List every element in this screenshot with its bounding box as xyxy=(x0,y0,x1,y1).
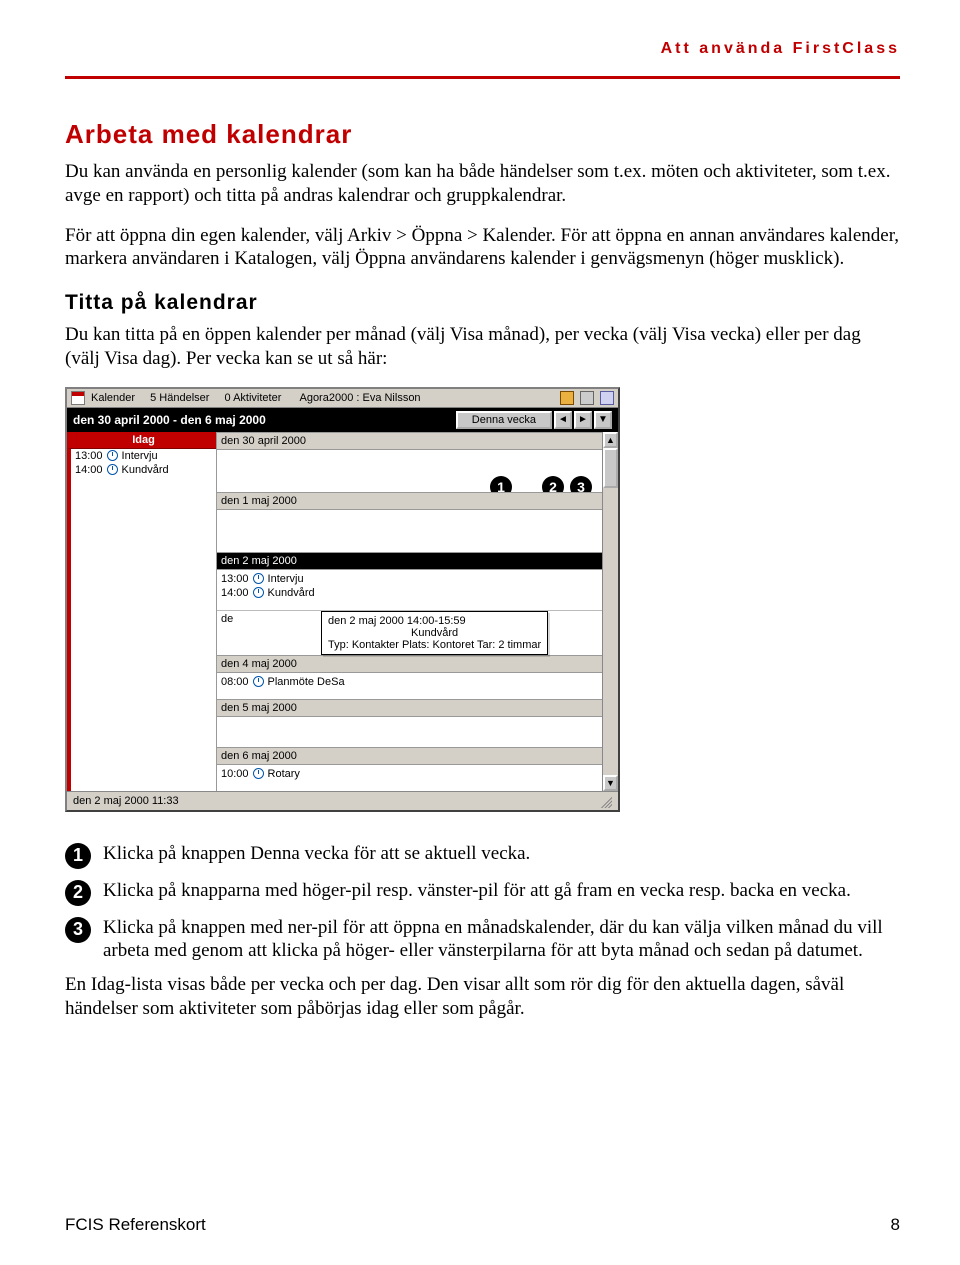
step-text-2: Klicka på knapparna med höger-pil resp. … xyxy=(103,879,851,906)
scroll-up-button[interactable]: ▲ xyxy=(603,432,618,448)
resize-grip-icon[interactable] xyxy=(598,794,612,808)
today-item[interactable]: 14:00 Kundvård xyxy=(67,463,216,477)
day-body[interactable] xyxy=(217,717,602,747)
status-text: den 2 maj 2000 11:33 xyxy=(73,795,179,807)
tooltip-line2: Kundvård xyxy=(328,627,541,639)
day-header[interactable]: den 5 maj 2000 xyxy=(217,699,602,717)
section-heading: Arbeta med kalendrar xyxy=(65,119,900,150)
month-picker-button[interactable]: ▼ xyxy=(594,411,612,429)
clock-icon xyxy=(253,676,264,687)
today-pane: Idag 13:00 Intervju 14:00 Kundvård xyxy=(67,432,217,791)
scroll-thumb[interactable] xyxy=(603,448,618,488)
clock-icon xyxy=(107,450,118,461)
scroll-down-button[interactable]: ▼ xyxy=(603,775,618,791)
today-header: Idag xyxy=(67,432,216,449)
day-header[interactable]: den 4 maj 2000 xyxy=(217,655,602,673)
day-header-label: den 5 maj 2000 xyxy=(221,702,297,714)
event-time: 08:00 xyxy=(221,676,249,688)
flag-icon[interactable] xyxy=(560,391,574,405)
page-number: 8 xyxy=(891,1215,900,1235)
step-text-3: Klicka på knappen med ner-pil för att öp… xyxy=(103,916,900,964)
event-label: Kundvård xyxy=(268,587,315,599)
event-tooltip: den 2 maj 2000 14:00-15:59 Kundvård Typ:… xyxy=(321,611,548,655)
event-label: Intervju xyxy=(268,573,304,585)
intro-paragraph-3: Du kan titta på en öppen kalender per må… xyxy=(65,323,900,371)
today-item[interactable]: 13:00 Intervju xyxy=(67,449,216,463)
vertical-scrollbar[interactable]: ▲ ▼ xyxy=(602,432,618,791)
event-row[interactable]: 10:00 Rotary xyxy=(221,767,598,781)
help-icon[interactable] xyxy=(600,391,614,405)
title-kalender: Kalender xyxy=(91,392,135,404)
day-body[interactable]: 13:00 Intervju 14:00 Kundvård xyxy=(217,570,602,610)
title-agora: Agora2000 : Eva Nilsson xyxy=(299,392,420,404)
event-time: 13:00 xyxy=(75,450,103,462)
clock-icon xyxy=(253,768,264,779)
header-rule xyxy=(65,76,900,79)
day-header[interactable]: den 30 april 2000 xyxy=(217,432,602,450)
day-header-label: den 1 maj 2000 xyxy=(221,495,297,507)
day-header-label: den 4 maj 2000 xyxy=(221,658,297,670)
step-number-3: 3 xyxy=(65,917,91,943)
truncated-label: de xyxy=(221,613,233,625)
day-header-label: den 30 april 2000 xyxy=(221,435,306,447)
event-time: 14:00 xyxy=(221,587,249,599)
calendar-screenshot: Kalender 5 Händelser 0 Aktiviteter Agora… xyxy=(65,387,620,812)
window-titlebar: Kalender 5 Händelser 0 Aktiviteter Agora… xyxy=(67,389,618,408)
step-number-2: 2 xyxy=(65,880,91,906)
calendar-icon xyxy=(71,391,85,405)
this-week-button[interactable]: Denna vecka xyxy=(456,411,552,429)
day-header-label: den 2 maj 2000 xyxy=(221,555,297,567)
event-row[interactable]: 14:00 Kundvård xyxy=(221,586,598,600)
week-toolbar: den 30 april 2000 - den 6 maj 2000 Denna… xyxy=(67,408,618,432)
day-header[interactable]: den 6 maj 2000 xyxy=(217,747,602,765)
edit-icon[interactable] xyxy=(580,391,594,405)
status-bar: den 2 maj 2000 11:33 xyxy=(67,791,618,810)
day-header-label: den 6 maj 2000 xyxy=(221,750,297,762)
date-range-label: den 30 april 2000 - den 6 maj 2000 xyxy=(73,413,456,427)
page-header-label: Att använda FirstClass xyxy=(65,40,900,58)
clock-icon xyxy=(253,587,264,598)
event-label: Rotary xyxy=(268,768,300,780)
next-week-button[interactable]: ► xyxy=(574,411,592,429)
subsection-heading: Titta på kalendrar xyxy=(65,291,900,315)
closing-paragraph: En Idag-lista visas både per vecka och p… xyxy=(65,973,900,1021)
title-aktiviteter: 0 Aktiviteter xyxy=(225,392,282,404)
day-header-selected[interactable]: den 2 maj 2000 xyxy=(217,552,602,570)
title-handelser: 5 Händelser xyxy=(150,392,209,404)
event-time: 14:00 xyxy=(75,464,103,476)
event-row[interactable]: 08:00 Planmöte DeSa xyxy=(221,675,598,689)
day-body[interactable]: 08:00 Planmöte DeSa xyxy=(217,673,602,699)
truncated-row: de den 2 maj 2000 14:00-15:59 Kundvård T… xyxy=(217,610,602,627)
numbered-steps: 1 Klicka på knappen Denna vecka för att … xyxy=(65,842,900,964)
intro-paragraph-2: För att öppna din egen kalender, välj Ar… xyxy=(65,224,900,272)
step-number-1: 1 xyxy=(65,843,91,869)
day-header[interactable]: den 1 maj 2000 xyxy=(217,492,602,510)
prev-week-button[interactable]: ◄ xyxy=(554,411,572,429)
week-pane: 1 2 3 den 30 april 2000 den 1 maj 2000 d… xyxy=(217,432,602,791)
footer-left: FCIS Referenskort xyxy=(65,1215,206,1235)
event-time: 13:00 xyxy=(221,573,249,585)
day-body[interactable]: 10:00 Rotary xyxy=(217,765,602,791)
intro-paragraph-1: Du kan använda en personlig kalender (so… xyxy=(65,160,900,208)
event-time: 10:00 xyxy=(221,768,249,780)
tooltip-line1: den 2 maj 2000 14:00-15:59 xyxy=(328,615,541,627)
event-label: Planmöte DeSa xyxy=(268,676,345,688)
event-label: Kundvård xyxy=(122,464,169,476)
event-label: Intervju xyxy=(122,450,158,462)
day-body[interactable] xyxy=(217,510,602,552)
tooltip-line3: Typ: Kontakter Plats: Kontoret Tar: 2 ti… xyxy=(328,639,541,651)
clock-icon xyxy=(107,464,118,475)
clock-icon xyxy=(253,573,264,584)
step-text-1: Klicka på knappen Denna vecka för att se… xyxy=(103,842,530,869)
event-row[interactable]: 13:00 Intervju xyxy=(221,572,598,586)
